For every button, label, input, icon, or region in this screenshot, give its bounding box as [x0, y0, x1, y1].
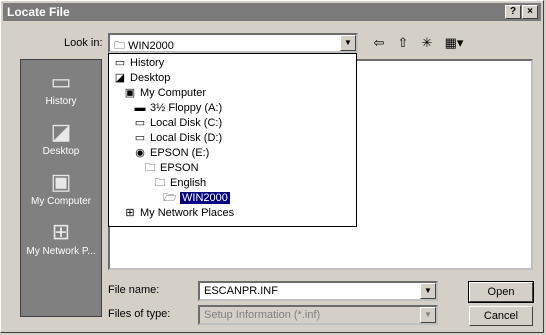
title-bar: Locate File ? ×	[3, 3, 541, 21]
cancel-button[interactable]: Cancel	[469, 306, 533, 326]
help-button[interactable]: ?	[505, 5, 521, 19]
folder-icon: 🗀	[144, 162, 156, 174]
chevron-down-icon[interactable]: ▼	[420, 283, 436, 299]
desktop-icon: ◪	[114, 72, 126, 84]
back-icon[interactable]: ⇦	[369, 34, 389, 52]
dropdown-item-desktop[interactable]: ◪ Desktop	[112, 71, 171, 85]
new-folder-icon[interactable]: ✳	[417, 34, 437, 52]
dropdown-item-label: 3½ Floppy (A:)	[150, 102, 223, 114]
dropdown-item-english[interactable]: 🗀 English	[152, 176, 207, 190]
place-label: My Network P...	[26, 246, 96, 257]
dropdown-item-label: English	[170, 177, 207, 189]
dropdown-item-disk-d[interactable]: ▭ Local Disk (D:)	[132, 131, 222, 145]
network-icon: ⊞	[51, 219, 71, 244]
look-in-combo[interactable]: 🗀 WIN2000 ▼	[108, 33, 358, 53]
files-of-type-value: Setup Information (*.inf)	[204, 309, 321, 321]
dropdown-item-floppy[interactable]: ▬ 3½ Floppy (A:)	[132, 101, 223, 115]
close-button[interactable]: ×	[522, 5, 538, 19]
file-name-value: ESCANPR.INF	[204, 285, 278, 297]
files-of-type-select[interactable]: Setup Information (*.inf) ▼	[198, 305, 438, 325]
look-in-value: WIN2000	[128, 40, 174, 52]
folder-icon: 🗀	[114, 40, 125, 52]
file-name-input[interactable]: ESCANPR.INF ▼	[198, 281, 438, 301]
files-of-type-label: Files of type:	[108, 308, 171, 320]
dropdown-item-label: Desktop	[130, 72, 171, 84]
place-label: My Computer	[30, 196, 91, 207]
dropdown-item-label: History	[130, 57, 165, 69]
dropdown-item-network[interactable]: ⊞ My Network Places	[122, 206, 234, 220]
places-bar: ▭ History ◪ Desktop ▣ My Computer ⊞ My N…	[20, 59, 102, 317]
place-my-computer[interactable]: ▣ My Computer	[21, 168, 101, 207]
look-in-label: Look in:	[64, 37, 103, 49]
place-desktop[interactable]: ◪ Desktop	[21, 118, 101, 157]
place-label: History	[45, 96, 77, 107]
up-folder-icon[interactable]: ⇧	[393, 34, 413, 52]
network-icon: ⊞	[125, 207, 135, 219]
dropdown-item-label: WIN2000	[180, 192, 230, 204]
place-history[interactable]: ▭ History	[21, 68, 101, 107]
desktop-icon: ◪	[50, 119, 72, 144]
history-icon: ▭	[50, 69, 72, 94]
dropdown-item-label: EPSON	[160, 162, 199, 174]
dropdown-item-label: My Network Places	[140, 207, 235, 219]
look-in-dropdown-list: ▭ History ◪ Desktop ▣ My Computer ▬ 3½ Flopp…	[108, 53, 357, 227]
dropdown-item-my-computer[interactable]: ▣ My Computer	[122, 86, 206, 100]
computer-icon: ▣	[124, 87, 136, 99]
open-folder-icon: 🗁	[163, 192, 177, 204]
hard-disk-icon: ▭	[134, 132, 146, 144]
chevron-down-icon[interactable]: ▼	[340, 35, 356, 51]
floppy-drive-icon: ▬	[134, 102, 146, 114]
dropdown-item-epson-drive[interactable]: ◉ EPSON (E:)	[132, 146, 209, 160]
dropdown-item-win2000[interactable]: 🗁 WIN2000	[162, 191, 230, 205]
cd-drive-icon: ◉	[135, 147, 145, 159]
hard-disk-icon: ▭	[134, 117, 146, 129]
dropdown-item-label: EPSON (E:)	[150, 147, 210, 159]
dialog-title: Locate File	[7, 5, 70, 19]
place-label: Desktop	[42, 146, 80, 157]
chevron-down-icon[interactable]: ▼	[420, 307, 436, 323]
folder-icon: 🗀	[154, 177, 166, 189]
computer-icon: ▣	[50, 169, 72, 194]
views-icon: ▦	[444, 35, 457, 50]
dropdown-item-label: Local Disk (D:)	[150, 132, 223, 144]
dropdown-item-epson-folder[interactable]: 🗀 EPSON	[142, 161, 199, 175]
history-icon: ▭	[114, 57, 126, 69]
dropdown-item-disk-c[interactable]: ▭ Local Disk (C:)	[132, 116, 222, 130]
open-button[interactable]: Open	[468, 281, 534, 303]
place-network[interactable]: ⊞ My Network P...	[21, 218, 101, 257]
dropdown-item-label: My Computer	[140, 87, 207, 99]
dropdown-item-history[interactable]: ▭ History	[112, 56, 164, 70]
views-menu-icon[interactable]: ▦▾	[441, 34, 467, 52]
dropdown-item-label: Local Disk (C:)	[150, 117, 223, 129]
file-name-label: File name:	[108, 284, 160, 296]
